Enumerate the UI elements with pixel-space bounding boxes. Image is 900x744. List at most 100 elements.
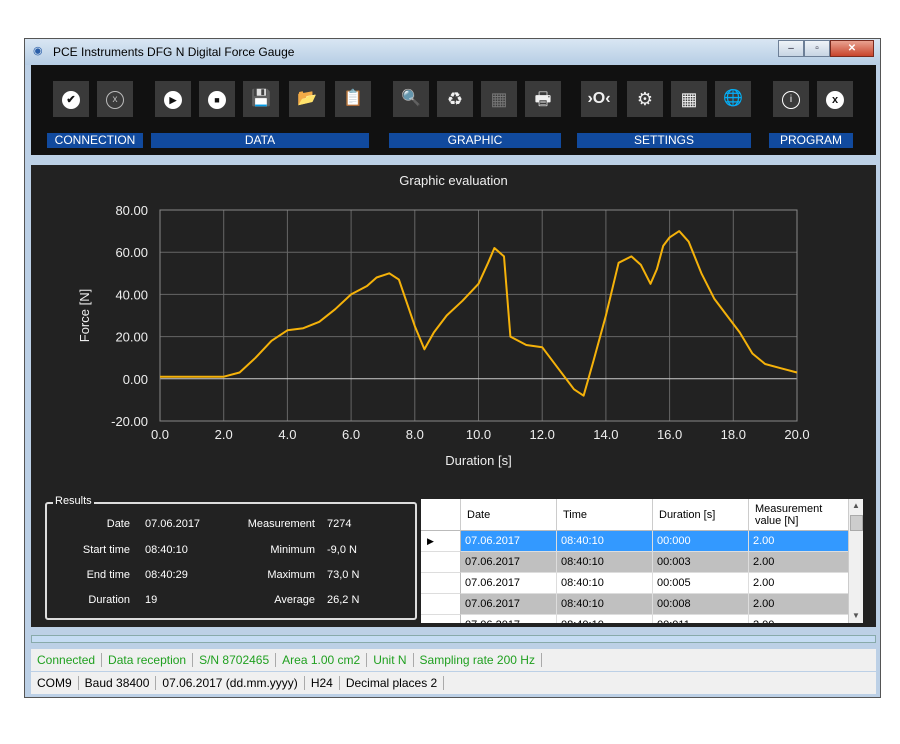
column-header-date[interactable]: Date bbox=[461, 499, 557, 531]
y-tick-label: -20.00 bbox=[111, 414, 148, 429]
minimum-label: Minimum bbox=[270, 544, 315, 556]
x-tick-label: 14.0 bbox=[593, 427, 618, 442]
status-field: COM9 bbox=[31, 676, 79, 690]
table-cell[interactable]: 08:40:10 bbox=[557, 594, 653, 615]
group-connection: CONNECTION bbox=[47, 133, 143, 148]
settings-button[interactable]: ⚙ bbox=[627, 81, 663, 117]
window-title: PCE Instruments DFG N Digital Force Gaug… bbox=[53, 45, 295, 59]
force-chart: 0.0 2.0 4.0 6.0 8.0 10.0 12.0 14.0 16.0 18.0 20.0 8… bbox=[77, 203, 810, 468]
x-tick-label: 4.0 bbox=[278, 427, 296, 442]
minimize-button[interactable]: – bbox=[778, 40, 804, 57]
average-value: 26,2 N bbox=[327, 594, 360, 606]
table-cell[interactable]: 08:40:10 bbox=[557, 573, 653, 594]
table-cell[interactable]: 00:008 bbox=[653, 594, 749, 615]
y-tick-label: 40.00 bbox=[115, 287, 148, 302]
column-header-time[interactable]: Time bbox=[557, 499, 653, 531]
maximize-button[interactable]: ▫ bbox=[804, 40, 830, 57]
printer-icon: 🖶 bbox=[534, 89, 552, 109]
table-cell[interactable]: 2.00 bbox=[749, 552, 849, 573]
row-header[interactable] bbox=[421, 552, 461, 573]
gear-icon: ⚙ bbox=[636, 89, 654, 109]
magnifier-icon: 🔍 bbox=[401, 90, 421, 107]
group-data: DATA bbox=[151, 133, 369, 148]
end-time-value: 08:40:29 bbox=[145, 569, 188, 581]
table-cell[interactable]: 00:005 bbox=[653, 573, 749, 594]
close-button[interactable]: ✕ bbox=[830, 40, 874, 57]
table-cell[interactable]: 07.06.2017 bbox=[461, 531, 557, 552]
measurement-value: 7274 bbox=[327, 518, 352, 530]
table-cell[interactable]: 08:40:10 bbox=[557, 552, 653, 573]
stop-button[interactable]: ■ bbox=[199, 81, 235, 117]
open-button[interactable]: 📂 bbox=[289, 81, 325, 117]
export-button[interactable]: 📋 bbox=[335, 81, 371, 117]
status-field: Data reception bbox=[102, 653, 194, 667]
start-button[interactable]: ▶ bbox=[155, 81, 191, 117]
x-tick-label: 10.0 bbox=[466, 427, 491, 442]
table-cell[interactable]: 07.06.2017 bbox=[461, 615, 557, 623]
status-field: Unit N bbox=[367, 653, 414, 667]
row-header[interactable] bbox=[421, 615, 461, 623]
measurement-label: Measurement bbox=[247, 518, 315, 530]
maximum-value: 73,0 N bbox=[327, 569, 360, 581]
table-scrollbar[interactable]: ▲ ▼ bbox=[848, 499, 863, 623]
status-field: Baud 38400 bbox=[79, 676, 157, 690]
x-tick-label: 20.0 bbox=[784, 427, 809, 442]
table-cell[interactable]: 2.00 bbox=[749, 615, 849, 623]
exit-icon: x bbox=[826, 91, 844, 110]
data-table[interactable]: Date Time Duration [s] Measurement value… bbox=[421, 499, 863, 623]
exit-button[interactable]: x bbox=[817, 81, 853, 117]
bottom-panel: Results Date 07.06.2017 Start time 08:40… bbox=[31, 495, 876, 627]
connect-button[interactable]: ✔ bbox=[53, 81, 89, 117]
zoom-button[interactable]: 🔍 bbox=[393, 81, 429, 117]
check-icon: ✔ bbox=[62, 91, 80, 110]
table-cell[interactable]: 00:003 bbox=[653, 552, 749, 573]
save-button[interactable]: 💾 bbox=[243, 81, 279, 117]
grid-icon: ▦ bbox=[490, 89, 508, 109]
end-time-label: End time bbox=[86, 569, 130, 581]
table-cell[interactable]: 00:011 bbox=[653, 615, 749, 623]
status-field: H24 bbox=[305, 676, 340, 690]
status-field: Decimal places 2 bbox=[340, 676, 445, 690]
table-cell[interactable]: 2.00 bbox=[749, 594, 849, 615]
table-cell[interactable]: 2.00 bbox=[749, 531, 849, 552]
grid-button[interactable]: ▦ bbox=[481, 81, 517, 117]
x-tick-label: 12.0 bbox=[530, 427, 555, 442]
info-button[interactable]: i bbox=[773, 81, 809, 117]
date-value: 07.06.2017 bbox=[145, 518, 201, 530]
row-header[interactable] bbox=[421, 573, 461, 594]
calibrate-button[interactable]: ›O‹ bbox=[581, 81, 617, 117]
date-label: Date bbox=[106, 518, 130, 530]
print-button[interactable]: 🖶 bbox=[525, 81, 561, 117]
scroll-thumb[interactable] bbox=[850, 515, 863, 531]
calculator-icon: ▦ bbox=[680, 89, 698, 109]
status-field: S/N 8702465 bbox=[193, 653, 277, 667]
y-tick-label: 80.00 bbox=[115, 203, 148, 218]
column-header-measurement[interactable]: Measurement value [N] bbox=[749, 499, 849, 531]
progress-bar bbox=[31, 635, 876, 643]
row-header[interactable] bbox=[421, 594, 461, 615]
column-header-duration[interactable]: Duration [s] bbox=[653, 499, 749, 531]
calculator-button[interactable]: ▦ bbox=[671, 81, 707, 117]
scroll-up-icon[interactable]: ▲ bbox=[850, 501, 862, 511]
table-cell[interactable]: 07.06.2017 bbox=[461, 594, 557, 615]
table-cell[interactable]: 08:40:10 bbox=[557, 531, 653, 552]
recycle-icon: ♻ bbox=[446, 89, 464, 109]
maximum-label: Maximum bbox=[267, 569, 315, 581]
table-cell[interactable]: 00:000 bbox=[653, 531, 749, 552]
play-icon: ▶ bbox=[164, 91, 182, 110]
y-tick-label: 0.00 bbox=[123, 372, 148, 387]
disconnect-button[interactable]: x bbox=[97, 81, 133, 117]
scroll-down-icon[interactable]: ▼ bbox=[850, 611, 862, 621]
results-legend: Results bbox=[53, 495, 94, 507]
app-window: ◉ PCE Instruments DFG N Digital Force Ga… bbox=[24, 38, 881, 698]
table-cell[interactable]: 07.06.2017 bbox=[461, 573, 557, 594]
status-bar-primary: Connected Data reception S/N 8702465 Area 1… bbox=[31, 649, 876, 671]
table-cell[interactable]: 08:40:10 bbox=[557, 615, 653, 623]
language-button[interactable]: 🌐 bbox=[715, 81, 751, 117]
refresh-button[interactable]: ♻ bbox=[437, 81, 473, 117]
row-header[interactable]: ▶ bbox=[421, 531, 461, 552]
duration-label: Duration bbox=[88, 594, 130, 606]
table-cell[interactable]: 2.00 bbox=[749, 573, 849, 594]
status-field: Connected bbox=[31, 653, 103, 667]
table-cell[interactable]: 07.06.2017 bbox=[461, 552, 557, 573]
